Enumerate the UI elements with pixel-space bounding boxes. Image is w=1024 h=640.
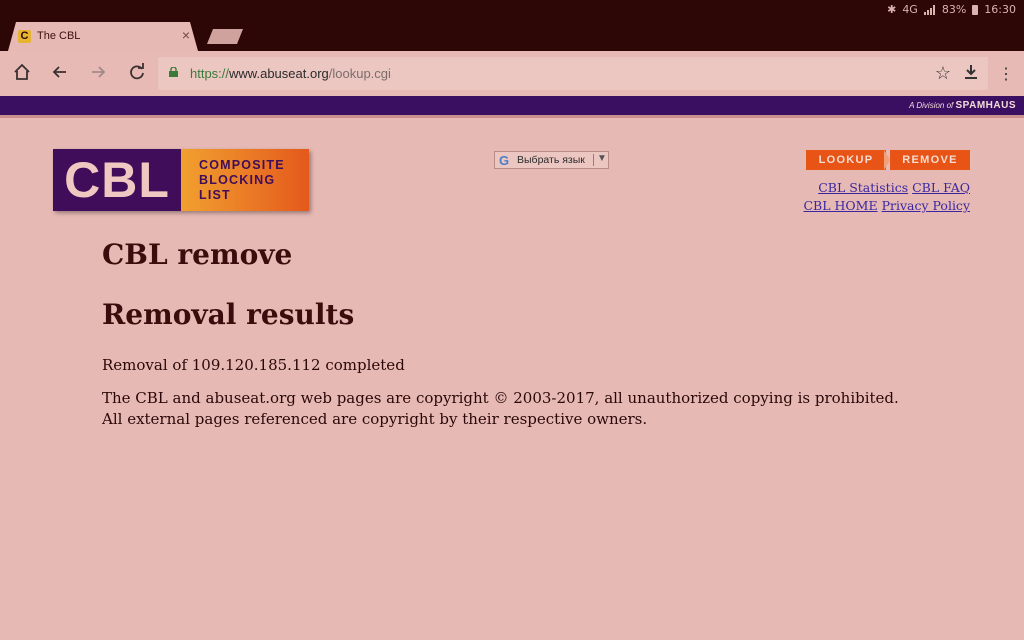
status-bar: ✱ 4G 83% 16:30 <box>0 0 1024 22</box>
copyright-notice: The CBL and abuseat.org web pages are co… <box>102 389 899 428</box>
tab-the-cbl[interactable]: C The CBL × <box>8 22 198 51</box>
spamhaus-logo: SPAMHAUS <box>955 100 1016 111</box>
lock-icon <box>169 67 178 77</box>
division-text[interactable]: A Division of SPAMHAUS <box>909 100 1016 111</box>
logo-short: CBL <box>53 149 181 211</box>
main-content: CBL remove Removal results Removal of 10… <box>102 238 902 430</box>
link-cbl-home[interactable]: CBL HOME <box>803 198 877 213</box>
google-icon: G <box>499 153 510 168</box>
division-prefix: A Division of <box>909 101 954 110</box>
network-label: 4G <box>902 3 918 16</box>
logo-line-3: LIST <box>199 188 231 202</box>
bluetooth-icon: ✱ <box>887 3 897 16</box>
logo-line-2: BLOCKING <box>199 173 276 187</box>
dropdown-arrow-icon: ▼ <box>597 153 607 164</box>
bookmark-star-icon[interactable]: ☆ <box>935 63 951 84</box>
reload-icon[interactable] <box>126 63 148 85</box>
status-indicators: ✱ 4G 83% 16:30 <box>887 3 1016 16</box>
logo-words: COMPOSITE BLOCKING LIST <box>181 149 309 211</box>
url-scheme: https:// <box>190 66 230 81</box>
language-selector[interactable]: G Выбрать язык ▼ <box>494 151 609 169</box>
menu-dots-icon[interactable]: ⋮ <box>998 64 1014 84</box>
forward-arrow-icon[interactable] <box>87 63 109 85</box>
language-selector-label: Выбрать язык <box>517 154 585 166</box>
battery-percent: 83% <box>941 3 967 16</box>
tab-title: The CBL <box>37 30 81 42</box>
lookup-button[interactable]: LOOKUP <box>806 150 886 170</box>
back-arrow-icon[interactable] <box>49 63 71 85</box>
section-title: Removal results <box>102 298 355 331</box>
divider <box>593 154 594 166</box>
address-bar[interactable]: https://www.abuseat.org/lookup.cgi ☆ <box>158 57 988 90</box>
close-icon[interactable]: × <box>182 27 190 43</box>
link-cbl-statistics[interactable]: CBL Statistics <box>818 180 908 195</box>
link-cbl-faq[interactable]: CBL FAQ <box>912 180 970 195</box>
download-icon[interactable] <box>962 63 980 81</box>
battery-icon <box>972 4 979 15</box>
clock: 16:30 <box>984 3 1016 16</box>
tab-strip: C The CBL × <box>0 22 1024 51</box>
link-privacy-policy[interactable]: Privacy Policy <box>882 198 970 213</box>
home-icon[interactable] <box>11 63 33 85</box>
logo-line-1: COMPOSITE <box>199 158 285 172</box>
lookup-remove-nav: LOOKUP REMOVE <box>806 150 970 170</box>
new-tab-button[interactable] <box>207 29 243 44</box>
removal-result: Removal of 109.120.185.112 completed <box>102 356 405 374</box>
favicon-icon: C <box>18 30 31 43</box>
page-title: CBL remove <box>102 238 293 271</box>
header-links: CBL Statistics CBL FAQ CBL HOME Privacy … <box>803 179 970 215</box>
url-path: /lookup.cgi <box>328 66 391 81</box>
signal-icon <box>923 4 935 15</box>
remove-button[interactable]: REMOVE <box>890 150 970 170</box>
url-host: www.abuseat.org <box>229 66 329 81</box>
url-text[interactable]: https://www.abuseat.org/lookup.cgi <box>190 66 391 81</box>
spamhaus-bar: A Division of SPAMHAUS <box>0 96 1024 118</box>
cbl-logo[interactable]: CBL COMPOSITE BLOCKING LIST <box>53 149 309 211</box>
